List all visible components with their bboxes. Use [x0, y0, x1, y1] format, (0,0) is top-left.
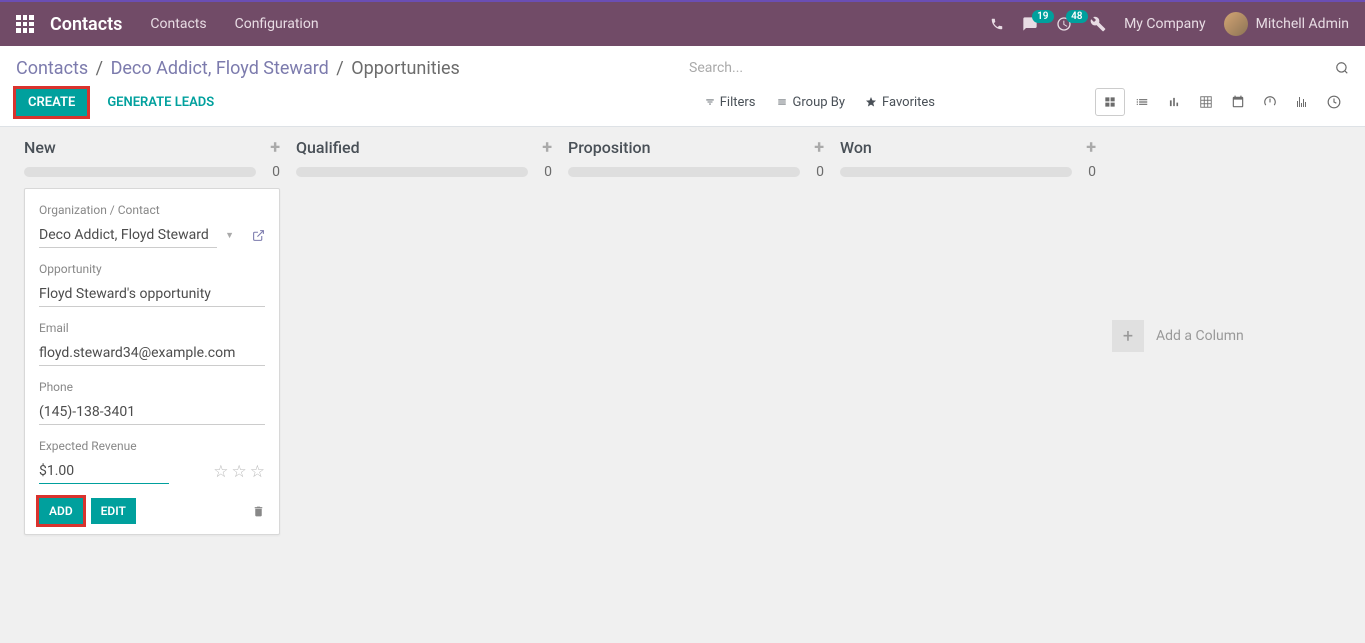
quick-create-card: Organization / Contact ▼ Opportunity Ema…: [24, 188, 280, 535]
column-add-icon[interactable]: +: [270, 137, 280, 158]
groupby-dropdown[interactable]: Group By: [776, 95, 846, 110]
activities-icon[interactable]: 48: [1056, 16, 1072, 32]
column-progress: [24, 167, 256, 177]
view-pivot[interactable]: [1191, 88, 1221, 116]
phone-icon[interactable]: [990, 17, 1004, 31]
dropdown-icon[interactable]: ▼: [225, 230, 234, 241]
column-new: New + 0 Organization / Contact ▼ Opportu…: [16, 137, 288, 535]
edit-button[interactable]: EDIT: [91, 498, 136, 524]
view-activity[interactable]: [1319, 88, 1349, 116]
settings-icon[interactable]: [1090, 16, 1106, 32]
column-qualified: Qualified + 0: [288, 137, 560, 535]
favorites-dropdown[interactable]: Favorites: [865, 95, 935, 110]
column-progress: [568, 167, 800, 177]
search-box: [689, 56, 1349, 80]
search-icon[interactable]: [1335, 61, 1349, 75]
org-label: Organization / Contact: [39, 203, 265, 217]
plus-icon: +: [1112, 320, 1144, 352]
avatar: [1224, 12, 1248, 36]
revenue-label: Expected Revenue: [39, 439, 265, 453]
nav-configuration[interactable]: Configuration: [235, 16, 319, 32]
column-count: 0: [1088, 164, 1096, 180]
user-name: Mitchell Admin: [1256, 16, 1349, 32]
add-column[interactable]: + Add a Column: [1104, 137, 1252, 535]
column-won: Won + 0: [832, 137, 1104, 535]
column-progress: [840, 167, 1072, 177]
view-dashboard[interactable]: [1255, 88, 1285, 116]
phone-input[interactable]: [39, 400, 265, 425]
breadcrumb: Contacts / Deco Addict, Floyd Steward / …: [16, 58, 460, 79]
column-title[interactable]: Won: [840, 138, 1086, 157]
view-list[interactable]: [1127, 88, 1157, 116]
column-count: 0: [816, 164, 824, 180]
breadcrumb-current: Opportunities: [351, 58, 460, 79]
email-input[interactable]: [39, 341, 265, 366]
apps-icon[interactable]: [16, 15, 34, 33]
column-add-icon[interactable]: +: [1086, 137, 1096, 158]
view-chart[interactable]: [1159, 88, 1189, 116]
favorites-label: Favorites: [882, 95, 935, 110]
email-label: Email: [39, 321, 265, 335]
column-title[interactable]: New: [24, 138, 270, 157]
column-proposition: Proposition + 0: [560, 137, 832, 535]
column-title[interactable]: Qualified: [296, 138, 542, 157]
column-progress: [296, 167, 528, 177]
company-name[interactable]: My Company: [1124, 16, 1206, 32]
view-kanban[interactable]: [1095, 88, 1125, 116]
generate-leads-button[interactable]: GENERATE LEADS: [95, 89, 226, 116]
groupby-label: Group By: [793, 95, 846, 110]
trash-icon[interactable]: [252, 505, 265, 518]
phone-label: Phone: [39, 380, 265, 394]
view-calendar[interactable]: [1223, 88, 1253, 116]
add-button[interactable]: ADD: [39, 498, 83, 524]
discuss-icon[interactable]: 19: [1022, 16, 1038, 32]
external-link-icon[interactable]: [252, 229, 265, 242]
search-input[interactable]: [689, 56, 1335, 80]
discuss-badge: 19: [1032, 10, 1053, 23]
opportunity-input[interactable]: [39, 282, 265, 307]
create-button[interactable]: CREATE: [16, 89, 87, 116]
add-column-label: Add a Column: [1156, 328, 1244, 344]
priority-star-3[interactable]: ☆: [250, 462, 265, 482]
nav-contacts[interactable]: Contacts: [150, 16, 206, 32]
filters-dropdown[interactable]: Filters: [705, 95, 756, 110]
activities-badge: 48: [1066, 10, 1087, 23]
header: Contacts / Deco Addict, Floyd Steward / …: [0, 46, 1365, 127]
column-add-icon[interactable]: +: [814, 137, 824, 158]
opportunity-label: Opportunity: [39, 262, 265, 276]
column-count: 0: [544, 164, 552, 180]
column-title[interactable]: Proposition: [568, 138, 814, 157]
org-input[interactable]: [39, 223, 217, 248]
priority-star-2[interactable]: ☆: [232, 462, 247, 482]
priority-star-1[interactable]: ☆: [213, 462, 228, 482]
kanban-board: New + 0 Organization / Contact ▼ Opportu…: [0, 127, 1365, 545]
view-cohort[interactable]: [1287, 88, 1317, 116]
user-menu[interactable]: Mitchell Admin: [1224, 12, 1349, 36]
column-add-icon[interactable]: +: [542, 137, 552, 158]
revenue-input[interactable]: [39, 459, 169, 484]
column-count: 0: [272, 164, 280, 180]
breadcrumb-parent[interactable]: Deco Addict, Floyd Steward: [111, 58, 329, 79]
topbar: Contacts Contacts Configuration 19 48 My…: [0, 0, 1365, 46]
app-brand: Contacts: [50, 14, 122, 35]
breadcrumb-root[interactable]: Contacts: [16, 58, 88, 79]
filters-label: Filters: [720, 95, 756, 110]
